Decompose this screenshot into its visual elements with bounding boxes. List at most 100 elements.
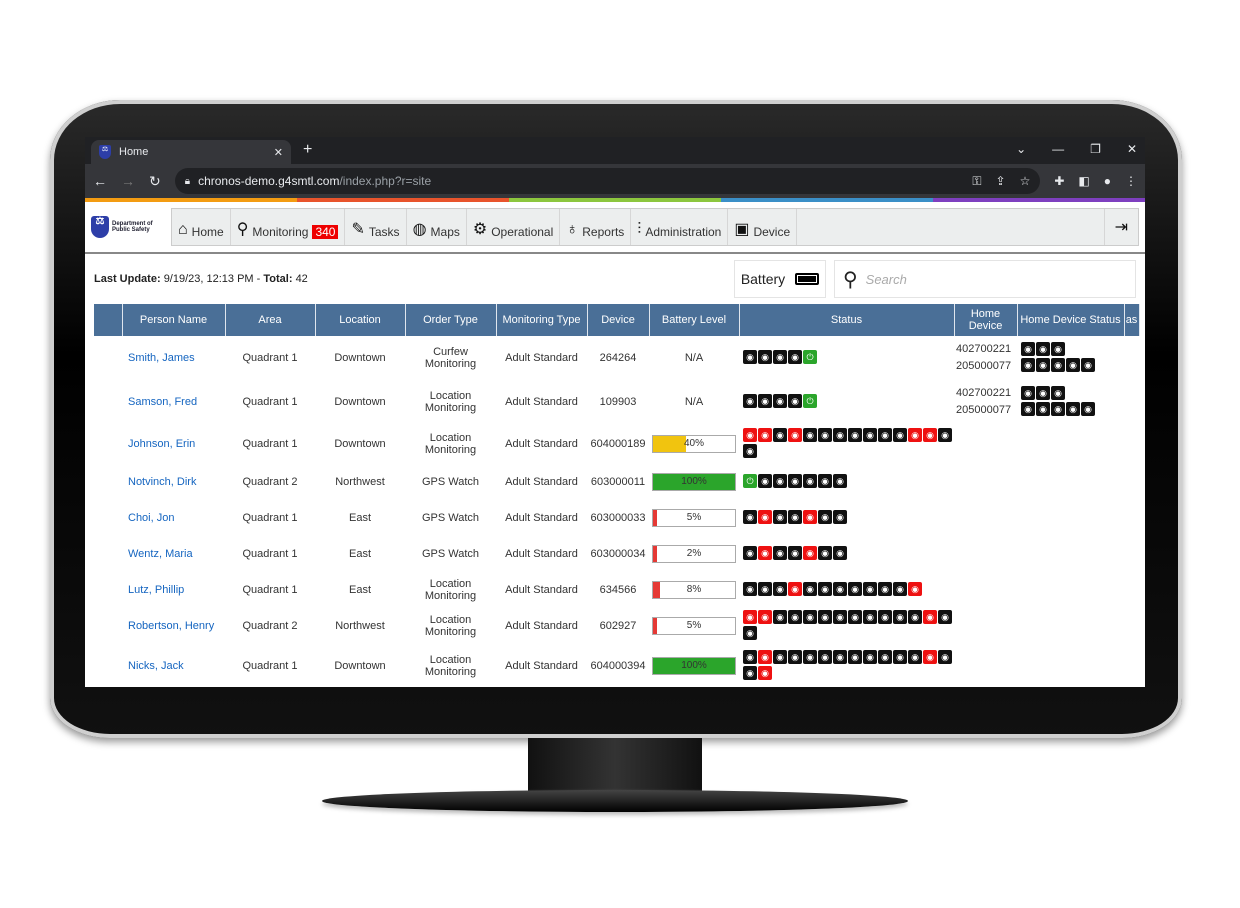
person-name-link[interactable]: Samson, Fred — [122, 380, 225, 424]
back-icon[interactable]: ← — [93, 173, 107, 189]
sidepanel-icon[interactable]: ◧ — [1078, 174, 1089, 188]
forward-icon[interactable]: → — [121, 173, 135, 189]
logout-button[interactable]: ⇥ — [1103, 209, 1138, 245]
device-id: 603000034 — [590, 548, 646, 560]
table-row[interactable]: Notvinch, Dirk Quadrant 2 Northwest GPS W… — [94, 464, 1139, 500]
status-icon: ◉ — [863, 582, 877, 596]
order-type: GPS Watch — [421, 548, 480, 560]
monitoring-type: Adult Standard — [505, 660, 578, 672]
status-icon: ◉ — [1021, 342, 1035, 356]
location: East — [348, 548, 371, 560]
status-icon: ◉ — [818, 610, 832, 624]
nav-home[interactable]: ⌂ Home — [172, 209, 231, 245]
share-icon[interactable]: ⇪ — [996, 174, 1006, 189]
column-header[interactable]: Area — [225, 304, 316, 336]
column-header[interactable]: Battery Level — [649, 304, 740, 336]
status-icon: ◉ — [878, 650, 892, 664]
reload-icon[interactable]: ↻ — [149, 173, 161, 190]
nav-operational[interactable]: ⚙ Operational — [467, 209, 561, 245]
area: Quadrant 1 — [242, 512, 298, 524]
star-icon[interactable]: ☆ — [1020, 174, 1031, 189]
table-row[interactable]: Wentz, Maria Quadrant 1 East GPS Watch Adu… — [94, 536, 1139, 572]
status-icon: ◉ — [893, 428, 907, 442]
table-row[interactable]: Robertson, Henry Quadrant 2 Northwest Loc… — [94, 608, 1139, 644]
person-name-link[interactable]: Smith, James — [122, 336, 225, 380]
table-row[interactable]: Lutz, Phillip Quadrant 1 East Location Mo… — [94, 572, 1139, 608]
area: Quadrant 1 — [242, 584, 298, 596]
location: Downtown — [334, 352, 386, 364]
person-name-link[interactable]: Lutz, Phillip — [122, 572, 225, 608]
menu-icon[interactable]: ⋮ — [1125, 174, 1137, 188]
column-header[interactable]: Status — [739, 304, 955, 336]
status-icon: ◉ — [893, 582, 907, 596]
profile-icon[interactable]: ● — [1104, 174, 1111, 188]
address-bar-row: ← → ↻ 🔒︎ chronos-demo.g4smtl.com/index.p… — [85, 164, 1145, 198]
table-row[interactable]: Johnson, Erin Quadrant 1 Downtown Locatio… — [94, 424, 1139, 464]
key-icon[interactable]: ⚿ — [972, 174, 981, 189]
extensions-icon[interactable]: ✚ — [1054, 174, 1064, 188]
browser-tab[interactable]: ⚖ Home ✕ — [91, 140, 291, 164]
area: Quadrant 1 — [242, 548, 298, 560]
person-name-link[interactable]: Choi, Jon — [122, 500, 225, 536]
battery-level: 40% — [649, 424, 739, 464]
column-header[interactable] — [94, 304, 123, 336]
battery-level-bar: 8% — [652, 581, 736, 599]
column-header[interactable]: Device — [587, 304, 650, 336]
minimize-icon[interactable]: — — [1052, 142, 1064, 156]
administration-icon: ⫶ — [637, 221, 642, 238]
close-tab-icon[interactable]: ✕ — [274, 146, 283, 159]
monitoring-type: Adult Standard — [505, 548, 578, 560]
status-icons: ⏻ ◉ ◉ ◉ ◉ ◉ ◉ — [739, 464, 954, 500]
status-icon: ◉ — [758, 650, 772, 664]
nav-maps[interactable]: ◍ Maps — [407, 209, 467, 245]
location: East — [348, 512, 371, 524]
table-row[interactable]: Choi, Jon Quadrant 1 East GPS Watch Adult … — [94, 500, 1139, 536]
column-header[interactable]: Home Device — [954, 304, 1018, 336]
status-icon: ◉ — [818, 428, 832, 442]
nav-tasks[interactable]: ✎ Tasks — [345, 209, 407, 245]
monitoring-count-badge: 340 — [312, 225, 339, 239]
order-type: Location Monitoring — [424, 390, 477, 414]
person-name-link[interactable]: Johnson, Erin — [122, 424, 225, 464]
status-icon: ◉ — [788, 350, 802, 364]
status-icon: ◉ — [1051, 358, 1065, 372]
person-name-link[interactable]: Robertson, Henry — [122, 608, 225, 644]
column-header[interactable]: Order Type — [405, 304, 497, 336]
table-row[interactable]: Samson, Fred Quadrant 1 Downtown Location… — [94, 380, 1139, 424]
status-icons: ◉ ◉ ◉ ◉ ◉ ◉ ◉ — [739, 500, 954, 536]
monitor-stand — [528, 738, 702, 796]
restore-icon[interactable]: ❐ — [1090, 142, 1101, 156]
battery-filter-button[interactable]: Battery — [734, 260, 826, 298]
home-device — [954, 644, 1017, 687]
table-row[interactable]: Nicks, Jack Quadrant 1 Downtown Location … — [94, 644, 1139, 687]
nav-administration[interactable]: ⫶ Administration — [631, 209, 729, 245]
status-icon: ◉ — [788, 610, 802, 624]
close-window-icon[interactable]: ✕ — [1127, 142, 1137, 156]
location: East — [348, 584, 371, 596]
home-device: 402700221 205000077 — [954, 380, 1017, 424]
column-header[interactable]: Person Name — [122, 304, 226, 336]
column-header[interactable]: Monitoring Type — [496, 304, 588, 336]
table-row[interactable]: Smith, James Quadrant 1 Downtown Curfew M… — [94, 336, 1139, 380]
url-host: chronos-demo.g4smtl.com — [198, 174, 340, 188]
search-input[interactable]: ⚲ Search — [834, 260, 1136, 298]
person-name-link[interactable]: Nicks, Jack — [122, 644, 225, 687]
home-device — [954, 608, 1017, 644]
column-header[interactable]: as — [1124, 304, 1140, 336]
tab-search-icon[interactable]: ⌄ — [1016, 142, 1026, 156]
status-icon: ◉ — [758, 350, 772, 364]
url-input[interactable]: 🔒︎ chronos-demo.g4smtl.com/index.php?r=s… — [174, 168, 1041, 194]
person-name-link[interactable]: Wentz, Maria — [122, 536, 225, 572]
status-icon: ◉ — [848, 582, 862, 596]
status-icon: ◉ — [878, 428, 892, 442]
lock-icon: 🔒︎ — [184, 175, 191, 187]
person-name-link[interactable]: Notvinch, Dirk — [122, 464, 225, 500]
status-icon: ◉ — [818, 474, 832, 488]
column-header[interactable]: Location — [315, 304, 406, 336]
nav-device[interactable]: ▣ Device — [728, 209, 798, 245]
location: Downtown — [334, 660, 386, 672]
column-header[interactable]: Home Device Status — [1017, 304, 1125, 336]
nav-monitoring[interactable]: ⚲ Monitoring 340 — [231, 209, 346, 245]
nav-reports[interactable]: ♁ Reports — [560, 209, 632, 245]
new-tab-icon[interactable]: + — [303, 141, 312, 159]
